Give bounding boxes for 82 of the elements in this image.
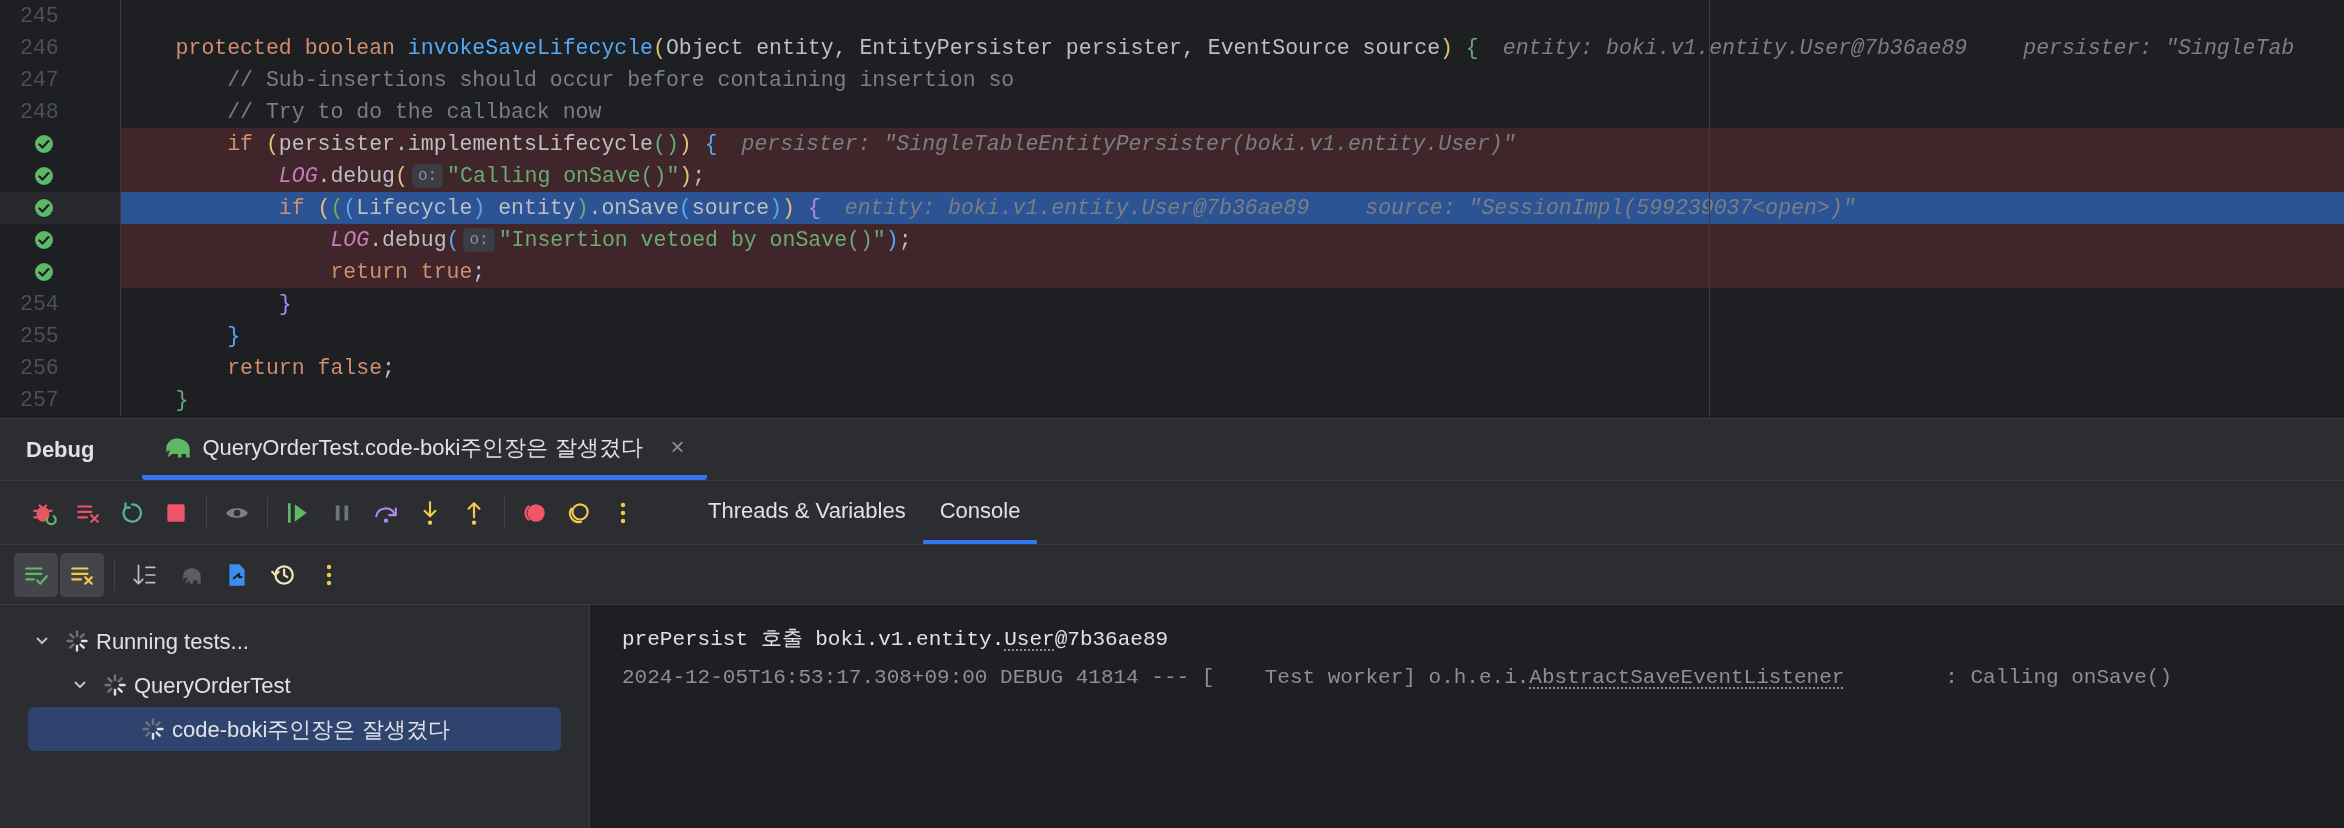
code-token: "Calling onSave()" <box>447 162 680 190</box>
test-name: code-boki주인장은 잘생겼다 <box>172 715 450 744</box>
code-token: } <box>226 322 241 350</box>
console-link[interactable]: AbstractSaveEventListener <box>1529 662 1845 694</box>
code-token: Object entity, EntityPersister persister, EventSource source <box>665 34 1441 62</box>
code-token: ; <box>898 226 912 254</box>
inline-value-hint: persister: "SingleTab <box>2023 34 2295 62</box>
breakpoint-check-icon[interactable] <box>34 166 54 186</box>
code-token: ; <box>472 258 486 286</box>
code-token: LOG <box>329 226 370 254</box>
panel-title: Debug <box>26 436 95 464</box>
code-token: { <box>703 130 718 158</box>
code-token: ) <box>769 194 783 222</box>
parameter-hint: o: <box>463 228 495 252</box>
code-token: Lifecycle <box>356 194 473 222</box>
code-token: .debug <box>369 226 447 254</box>
code-token: ( <box>317 194 331 222</box>
parameter-hint: o: <box>411 164 444 188</box>
breakpoint-check-icon[interactable] <box>34 230 54 250</box>
code-token: ( <box>265 130 279 158</box>
breakpoint-check-icon[interactable] <box>34 198 54 218</box>
breakpoint-check-icon[interactable] <box>34 134 54 154</box>
console-text: @7b36ae89 <box>1054 627 1169 654</box>
console-text: prePersist 호출 boki.v1.entity. <box>622 627 1005 654</box>
code-token: ( <box>394 162 408 190</box>
test-name: Running tests... <box>96 627 249 656</box>
code-token: ( <box>343 194 357 222</box>
code-token: if <box>277 194 306 222</box>
code-token: return false <box>226 354 383 382</box>
code-token: ( <box>653 34 666 62</box>
code-token: ) <box>678 130 692 158</box>
toolbar-toggle[interactable] <box>60 552 104 597</box>
code-token: source <box>691 194 770 222</box>
code-token: ) <box>782 194 795 222</box>
spinner-icon <box>104 674 126 696</box>
test-tree-item[interactable]: code-boki주인장은 잘생겼다 <box>28 707 561 751</box>
console-text: 2024-12-05T16:53:17.308+09:00 DEBUG 41814 --- [ Test worker] o.h.e.i. <box>622 665 1530 692</box>
code-token: { <box>1464 34 1479 62</box>
code-token: "Insertion vetoed by onSave()" <box>498 226 886 254</box>
code-token: ( <box>330 194 344 222</box>
code-token: } <box>277 290 292 318</box>
inline-value-hint: entity: boki.v1.entity.User@7b36ae89 <box>1502 34 1968 62</box>
code-token: ( <box>446 226 460 254</box>
sort-icon[interactable] <box>132 561 158 588</box>
code-token: } <box>174 386 189 414</box>
code-token: .debug <box>317 162 395 190</box>
code-token: return true <box>329 258 473 286</box>
code-token: invokeSaveLifecycle <box>407 34 653 62</box>
inline-value-hint: persister: "SingleTableEntityPersister(boki.v1.entity.User)" <box>741 130 1516 158</box>
code-token: { <box>806 194 821 222</box>
code-token: ; <box>692 162 706 190</box>
view-tab[interactable]: Console <box>922 481 1038 544</box>
toolbar-toggle[interactable] <box>14 552 58 597</box>
test-tree-item[interactable]: QueryOrderTest <box>28 663 561 707</box>
inline-value-hint: entity: boki.v1.entity.User@7b36ae89 <box>844 194 1310 222</box>
session-tab[interactable]: QueryOrderTest.code-boki주인장은 잘생겼다 × <box>142 419 707 480</box>
spinner-icon <box>66 630 88 652</box>
code-token: persister.implementsLifecycle <box>278 130 653 158</box>
code-token: protected boolean <box>174 34 396 62</box>
code-token: ; <box>382 354 395 382</box>
console-text: : Calling onSave() <box>1944 665 2173 692</box>
test-name: QueryOrderTest <box>134 671 291 700</box>
tab-label: QueryOrderTest.code-boki주인장은 잘생겼다 <box>202 433 643 462</box>
code-token: if <box>226 130 255 158</box>
code-token: // Try to do the callback now <box>226 98 602 126</box>
code-token: ) <box>472 194 486 222</box>
code-token: LOG <box>277 162 318 190</box>
code-token: ) <box>885 226 899 254</box>
code-token: ) <box>1440 34 1453 62</box>
code-token: // Sub-insertions should occur before containing insertion so <box>226 66 1015 94</box>
close-icon[interactable]: × <box>670 429 685 465</box>
code-token: .onSave <box>588 194 679 222</box>
code-token: () <box>653 130 679 158</box>
test-tree-item[interactable]: Running tests... <box>28 619 561 663</box>
breakpoint-check-icon[interactable] <box>34 262 54 282</box>
code-token: ) <box>575 194 589 222</box>
code-token: ( <box>678 194 692 222</box>
view-tab[interactable]: Threads & Variables <box>691 481 923 544</box>
console-link[interactable]: User <box>1004 624 1055 656</box>
spinner-icon <box>142 718 164 740</box>
code-token: ) <box>679 162 693 190</box>
code-token: entity <box>497 194 576 222</box>
